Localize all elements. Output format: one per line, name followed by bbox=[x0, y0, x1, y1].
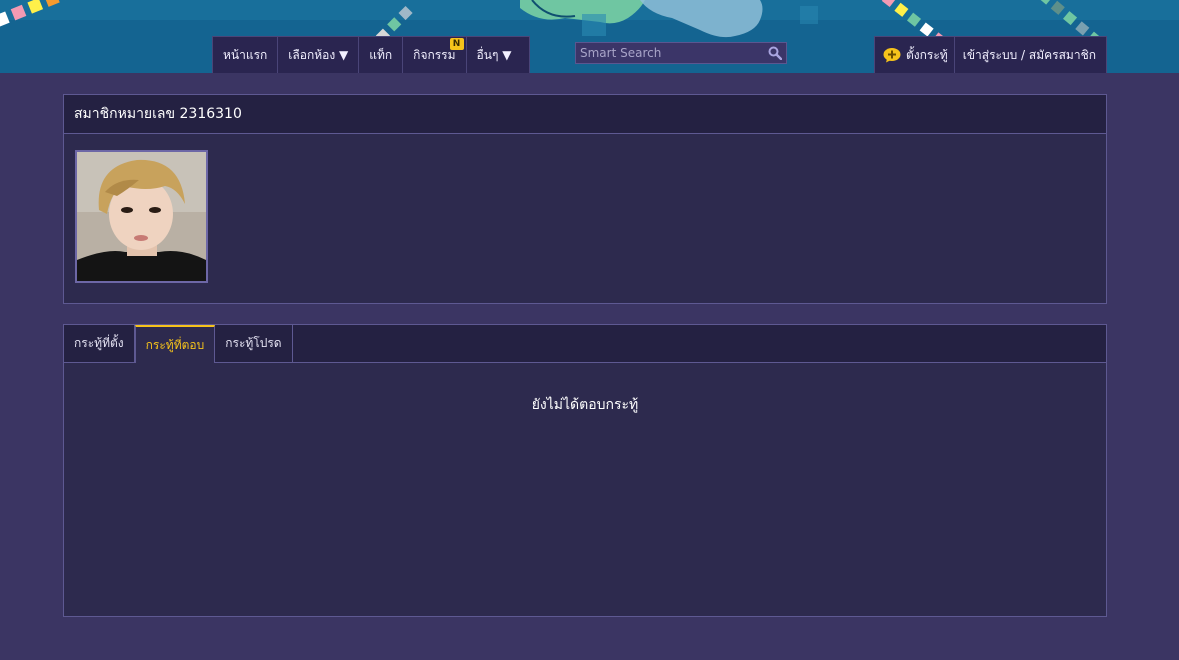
new-badge: N bbox=[449, 38, 464, 50]
nav-tag[interactable]: แท็ก bbox=[359, 37, 404, 73]
avatar-image bbox=[77, 152, 206, 281]
search-input[interactable] bbox=[576, 43, 764, 63]
search-icon bbox=[768, 46, 782, 60]
nav-home[interactable]: หน้าแรก bbox=[213, 37, 279, 73]
tab-replied-topics[interactable]: กระทู้ที่ตอบ bbox=[134, 325, 216, 363]
tab-posted-topics[interactable]: กระทู้ที่ตั้ง bbox=[64, 325, 135, 362]
main-nav: หน้าแรก เลือกห้อง ▼ แท็ก กิจกรรม N อื่นๆ… bbox=[212, 36, 530, 73]
user-nav: ตั้งกระทู้ เข้าสู่ระบบ / สมัครสมาชิก bbox=[874, 36, 1107, 73]
search-button[interactable] bbox=[764, 43, 786, 63]
post-topic-button[interactable]: ตั้งกระทู้ bbox=[875, 37, 955, 73]
post-topic-label: ตั้งกระทู้ bbox=[906, 47, 948, 62]
nav-choose-room[interactable]: เลือกห้อง ▼ bbox=[278, 37, 360, 73]
empty-state-message: ยังไม่ได้ตอบกระทู้ bbox=[531, 397, 639, 413]
smart-search bbox=[575, 42, 787, 64]
profile-panel: สมาชิกหมายเลข 2316310 bbox=[63, 94, 1107, 304]
tab-favorite-topics[interactable]: กระทู้โปรด bbox=[215, 325, 293, 362]
avatar bbox=[75, 150, 208, 283]
plus-bubble-icon bbox=[883, 48, 901, 63]
topic-tabs: กระทู้ที่ตั้ง กระทู้ที่ตอบ กระทู้โปรด bbox=[64, 325, 1106, 363]
topics-panel: กระทู้ที่ตั้ง กระทู้ที่ตอบ กระทู้โปรด ยั… bbox=[63, 324, 1107, 617]
nav-more[interactable]: อื่นๆ ▼ bbox=[467, 37, 522, 73]
profile-title: สมาชิกหมายเลข 2316310 bbox=[64, 95, 1106, 134]
login-register-link[interactable]: เข้าสู่ระบบ / สมัครสมาชิก bbox=[955, 37, 1104, 73]
nav-activities[interactable]: กิจกรรม N bbox=[403, 37, 467, 73]
